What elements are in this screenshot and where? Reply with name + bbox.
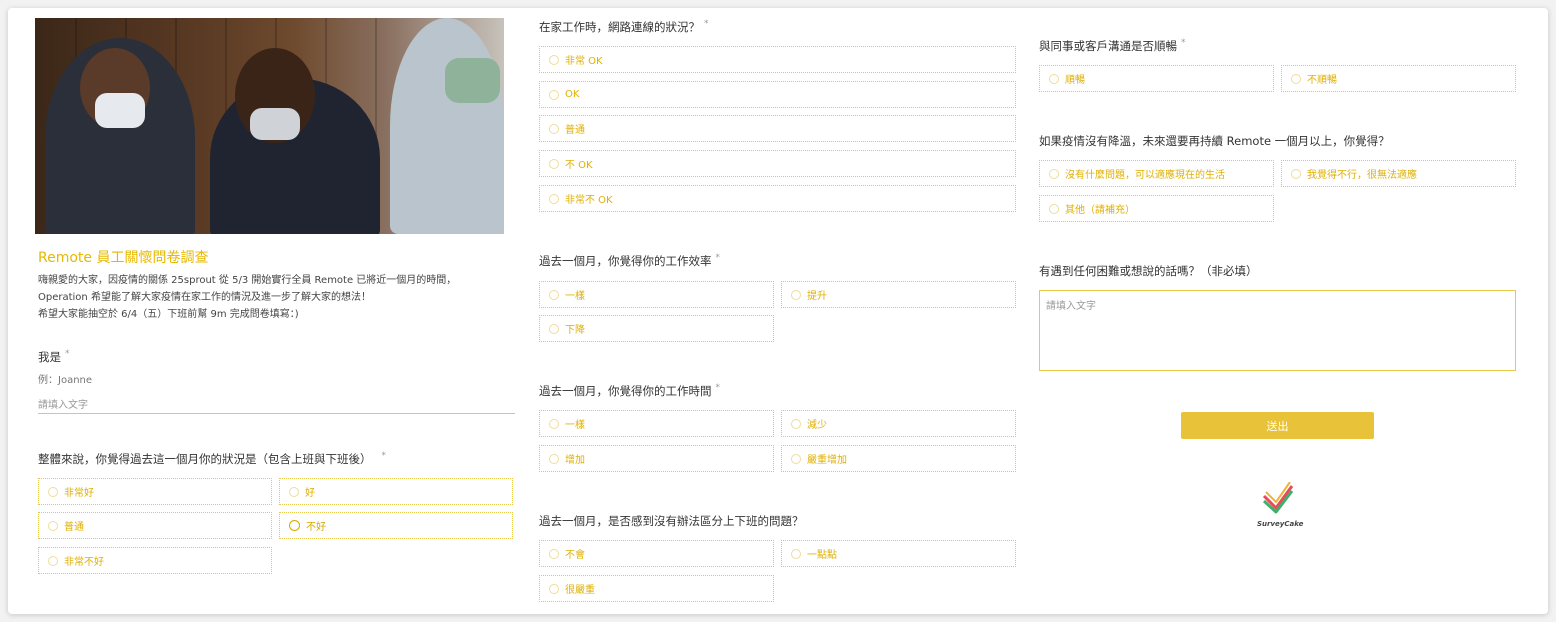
boundary-option[interactable]: 不會	[539, 540, 774, 567]
network-option[interactable]: 非常不 OK	[539, 185, 1016, 212]
radio-icon	[289, 486, 299, 497]
hours-option[interactable]: 增加	[539, 445, 774, 472]
network-option[interactable]: 非常 OK	[539, 46, 1016, 73]
feedback-question-label: 有遇到任何困難或想說的話嗎？（非必填）	[1039, 264, 1258, 278]
overall-option[interactable]: 普通	[38, 512, 272, 539]
name-question-label: 我是 *	[38, 349, 70, 364]
overall-option[interactable]: 好	[279, 478, 513, 505]
continue-option[interactable]: 其他（請補充）	[1039, 195, 1274, 222]
radio-icon	[549, 123, 559, 134]
radio-icon	[549, 54, 559, 65]
survey-title: Remote 員工關懷問卷調查	[38, 250, 209, 266]
radio-icon	[791, 289, 801, 300]
required-mark: *	[715, 383, 721, 393]
radio-icon	[1049, 73, 1059, 84]
overall-question-label: 整體來說，你覺得過去這一個月你的狀況是（包含上班與下班後） *	[38, 451, 387, 466]
hours-option[interactable]: 一樣	[539, 410, 774, 437]
surveycake-logo-icon	[1262, 482, 1294, 514]
radio-icon	[549, 158, 559, 169]
network-option[interactable]: OK	[539, 81, 1016, 108]
radio-icon	[48, 486, 58, 497]
radio-icon	[1291, 73, 1301, 84]
radio-icon	[549, 89, 559, 100]
efficiency-question-label: 過去一個月，你覺得你的工作效率 *	[539, 253, 721, 268]
radio-icon	[549, 548, 559, 559]
boundary-question-label: 過去一個月，是否感到沒有辦法區分上下班的問題？	[539, 514, 804, 528]
radio-icon	[549, 193, 559, 204]
network-question-label: 在家工作時，網路連線的狀況？ *	[539, 19, 709, 34]
radio-icon	[48, 555, 58, 566]
intro-line: 嗨親愛的大家，因疫情的關係 25sprout 從 5/3 開始實行全員 Remo…	[38, 275, 457, 286]
radio-icon	[549, 418, 559, 429]
intro-line: 希望大家能抽空於 6/4（五）下班前幫 9m 完成問卷填寫：)	[38, 309, 299, 320]
radio-icon	[48, 520, 58, 531]
network-option[interactable]: 不 OK	[539, 150, 1016, 177]
required-mark: *	[65, 349, 70, 359]
network-option[interactable]: 普通	[539, 115, 1016, 142]
boundary-option[interactable]: 很嚴重	[539, 575, 774, 602]
continue-option[interactable]: 我覺得不行，很無法適應	[1281, 160, 1516, 187]
radio-icon	[549, 453, 559, 464]
survey-page: Remote 員工關懷問卷調查 嗨親愛的大家，因疫情的關係 25sprout 從…	[8, 8, 1548, 614]
hours-question-label: 過去一個月，你覺得你的工作時間 *	[539, 383, 721, 398]
communication-option[interactable]: 不順暢	[1281, 65, 1516, 92]
radio-icon	[791, 453, 801, 464]
radio-icon	[1049, 203, 1059, 214]
required-mark: *	[704, 19, 709, 29]
radio-icon	[791, 548, 801, 559]
boundary-option[interactable]: 一點點	[781, 540, 1016, 567]
overall-option[interactable]: 非常不好	[38, 547, 272, 574]
hours-option[interactable]: 減少	[781, 410, 1016, 437]
submit-button[interactable]: 送出	[1181, 412, 1374, 439]
efficiency-option[interactable]: 下降	[539, 315, 774, 342]
radio-selected-icon	[289, 520, 300, 531]
required-mark: *	[715, 253, 721, 263]
radio-icon	[549, 323, 559, 334]
brand-name: SurveyCake	[1257, 520, 1304, 528]
radio-icon	[1049, 168, 1059, 179]
required-mark: *	[1181, 38, 1186, 48]
radio-icon	[549, 583, 559, 594]
name-question-hint: 例：Joanne	[38, 375, 93, 386]
continue-question-label: 如果疫情沒有降溫，未來還要再持續 Remote 一個月以上，你覺得？	[1039, 134, 1390, 148]
survey-intro: 嗨親愛的大家，因疫情的關係 25sprout 從 5/3 開始實行全員 Remo…	[38, 272, 518, 323]
overall-option[interactable]: 非常好	[38, 478, 272, 505]
feedback-textarea[interactable]: 請填入文字	[1039, 290, 1516, 371]
intro-line: Operation 希望能了解大家疫情在家工作的情況及進一步了解大家的想法！	[38, 292, 371, 303]
radio-icon	[1291, 168, 1301, 179]
radio-icon	[791, 418, 801, 429]
communication-option[interactable]: 順暢	[1039, 65, 1274, 92]
overall-option-selected[interactable]: 不好	[279, 512, 513, 539]
required-mark: *	[381, 451, 387, 461]
hero-image	[35, 18, 504, 234]
efficiency-option[interactable]: 提升	[781, 281, 1016, 308]
radio-icon	[549, 289, 559, 300]
continue-option[interactable]: 沒有什麼問題，可以適應現在的生活	[1039, 160, 1274, 187]
hours-option[interactable]: 嚴重增加	[781, 445, 1016, 472]
name-input[interactable]: 請填入文字	[38, 392, 515, 414]
efficiency-option[interactable]: 一樣	[539, 281, 774, 308]
communication-question-label: 與同事或客戶溝通是否順暢 *	[1039, 38, 1186, 53]
